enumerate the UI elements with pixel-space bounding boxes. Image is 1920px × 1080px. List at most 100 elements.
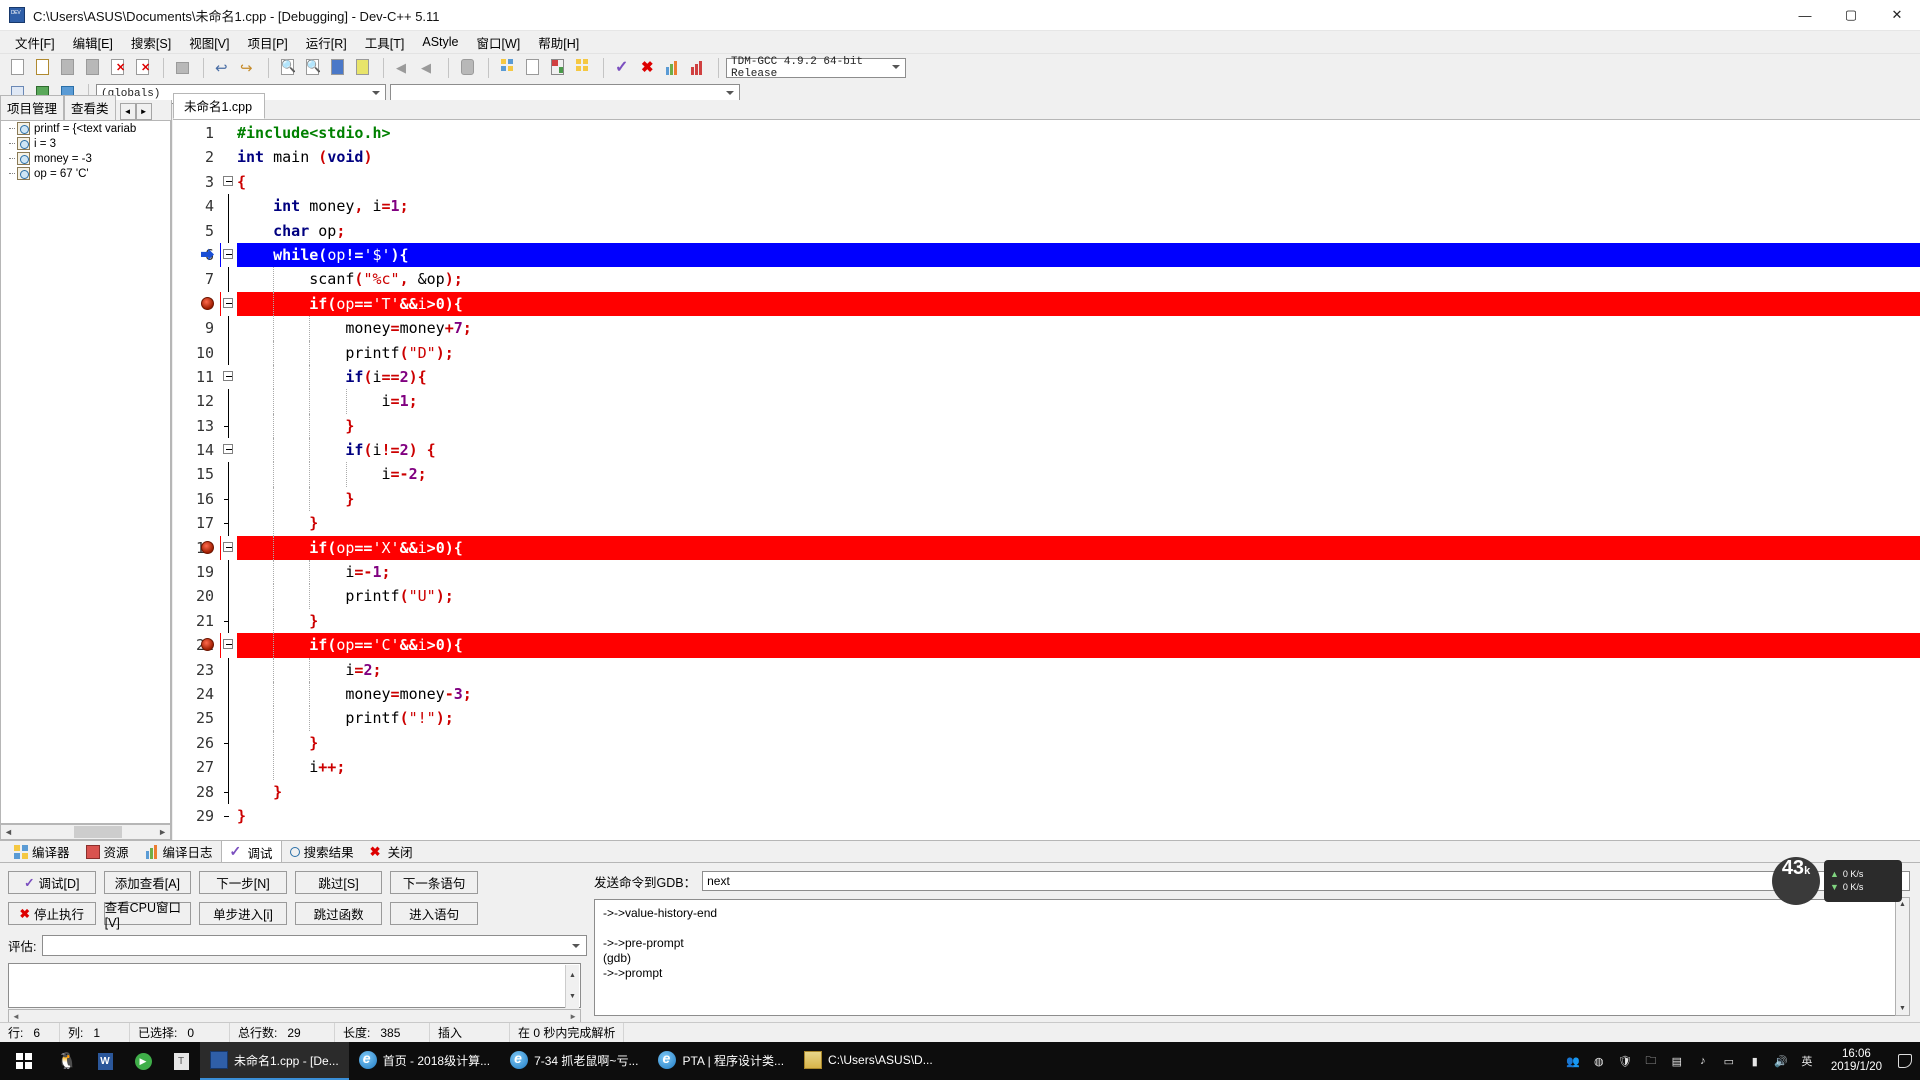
gdb-output-scrollbar[interactable]: ▲ ▼ (1895, 897, 1910, 1016)
folder-icon[interactable]: 🗀 (1643, 1053, 1659, 1069)
code-line[interactable]: 8 if(op=='T'&&i>0){ (173, 291, 1920, 317)
left-panel-tab-0[interactable]: 项目管理 (0, 95, 65, 120)
code-line[interactable]: 4 int money, i=1; (173, 194, 1920, 219)
scroll-down-icon[interactable]: ▼ (1896, 1002, 1909, 1015)
fold-column[interactable] (221, 657, 237, 682)
scroll-left-icon[interactable]: ◄ (12, 1012, 20, 1021)
thunder-icon[interactable]: T (162, 1042, 200, 1080)
fold-column[interactable] (221, 730, 237, 756)
profile-icon[interactable] (663, 57, 684, 78)
code-line[interactable]: 16 } (173, 486, 1920, 512)
bottom-tab-3[interactable]: ✓ 调试 (220, 839, 282, 864)
code-line[interactable]: 21 } (173, 608, 1920, 634)
compile-run-icon[interactable] (548, 57, 569, 78)
fold-collapse-icon[interactable] (223, 541, 233, 552)
code-line[interactable]: 5 char op; (173, 218, 1920, 243)
compile-icon[interactable] (498, 57, 519, 78)
code-line[interactable]: 24 money=money-3; (173, 681, 1920, 707)
media-player-icon[interactable]: ▶ (124, 1042, 162, 1080)
debug-button-进入语句[interactable]: 进入语句 (390, 902, 478, 925)
ime-indicator[interactable]: 英 (1799, 1053, 1815, 1069)
taskbar-item-2[interactable]: 7-34 抓老鼠啊~亏... (500, 1042, 648, 1080)
back-icon[interactable]: ◀ (393, 57, 414, 78)
debug-button-跳过函数[interactable]: 跳过函数 (294, 902, 383, 925)
battery-icon[interactable]: ▮ (1747, 1053, 1763, 1069)
qq-icon[interactable]: 🐧 (48, 1042, 86, 1080)
fold-column[interactable] (221, 706, 237, 731)
menu-item-6[interactable]: 工具[T] (356, 31, 414, 54)
fold-column[interactable] (221, 560, 237, 585)
debug-button-下一条语句[interactable]: 下一条语句 (390, 871, 478, 894)
maximize-button[interactable]: ▢ (1828, 0, 1874, 31)
scroll-right-icon[interactable]: ► (155, 827, 170, 837)
run-icon[interactable] (523, 57, 544, 78)
fold-column[interactable] (221, 438, 237, 462)
left-panel-tab-1[interactable]: 查看类 (64, 95, 116, 120)
menu-item-1[interactable]: 编辑[E] (64, 31, 122, 54)
stop-icon[interactable]: ✖ (638, 57, 659, 78)
code-line[interactable]: 18 if(op=='X'&&i>0){ (173, 535, 1920, 561)
open-file-icon[interactable] (33, 57, 54, 78)
fold-column[interactable] (221, 511, 237, 536)
code-line[interactable]: 27 i++; (173, 755, 1920, 780)
evaluate-input[interactable] (42, 935, 588, 956)
check-syntax-icon[interactable]: ✓ (613, 57, 634, 78)
watch-list[interactable]: printf = {<text variab i = 3 money = -3 op … (0, 120, 171, 824)
debug-button-下一步[N][interactable]: 下一步[N] (199, 871, 287, 894)
music-icon[interactable]: ♪ (1695, 1053, 1711, 1069)
fold-column[interactable] (221, 633, 237, 658)
goto-function-icon[interactable] (353, 57, 374, 78)
code-line[interactable]: 10 printf("D"); (173, 340, 1920, 365)
code-line[interactable]: 7 scanf("%c", &op); (173, 267, 1920, 292)
shield-icon[interactable]: 🛡 (1617, 1053, 1633, 1069)
gdb-command-input[interactable] (702, 871, 1910, 891)
undo-icon[interactable]: ↩ (213, 57, 234, 78)
nav-prev-icon[interactable]: ◄ (119, 103, 136, 120)
bottom-tab-2[interactable]: 编译日志 (137, 840, 221, 863)
fold-column[interactable] (221, 242, 237, 268)
close-all-icon[interactable]: ✕ (133, 57, 154, 78)
code-line[interactable]: 1 #include<stdio.h> (173, 121, 1920, 145)
fold-column[interactable] (221, 535, 237, 561)
fold-column[interactable] (221, 389, 237, 414)
debug-button-调试[D][interactable]: ✓ 调试[D] (8, 871, 96, 894)
network-speed-widget[interactable]: 43 k ▲ 0 K/s ▼ 0 K/s (1772, 857, 1906, 905)
fold-column[interactable] (221, 291, 237, 317)
fold-collapse-icon[interactable] (223, 175, 233, 186)
menu-item-0[interactable]: 文件[F] (6, 31, 64, 54)
fold-column[interactable] (221, 218, 237, 243)
fold-column[interactable] (221, 779, 237, 804)
code-line[interactable]: 11 if(i==2){ (173, 364, 1920, 390)
code-line[interactable]: 2 int main (void) (173, 145, 1920, 169)
save-all-icon[interactable] (83, 57, 104, 78)
save-icon[interactable] (58, 57, 79, 78)
bottom-tab-1[interactable]: 资源 (78, 840, 137, 863)
chrome-icon[interactable]: ◍ (1591, 1053, 1607, 1069)
fold-column[interactable] (221, 121, 237, 145)
close-button[interactable]: ✕ (1874, 0, 1920, 31)
menu-item-4[interactable]: 项目[P] (238, 31, 296, 54)
replace-icon[interactable]: 🔍 (303, 57, 324, 78)
menu-item-5[interactable]: 运行[R] (297, 31, 356, 54)
fold-column[interactable] (221, 340, 237, 365)
code-line[interactable]: 15 i=-2; (173, 462, 1920, 487)
code-line[interactable]: 20 printf("U"); (173, 584, 1920, 609)
code-line[interactable]: 25 printf("!"); (173, 706, 1920, 731)
menu-item-8[interactable]: 窗口[W] (468, 31, 530, 54)
volume-icon[interactable]: 🔊 (1773, 1053, 1789, 1069)
taskbar-item-4[interactable]: C:\Users\ASUS\D... (794, 1042, 943, 1080)
watch-item[interactable]: printf = {<text variab (1, 121, 170, 136)
fold-column[interactable] (221, 608, 237, 634)
nav-next-icon[interactable]: ► (135, 103, 152, 120)
debug-icon[interactable] (688, 57, 709, 78)
net-icon[interactable]: ▤ (1669, 1053, 1685, 1069)
fold-column[interactable] (221, 486, 237, 512)
taskbar-item-3[interactable]: PTA | 程序设计类... (648, 1042, 794, 1080)
goto-line-icon[interactable] (328, 57, 349, 78)
code-line[interactable]: 13 } (173, 413, 1920, 439)
fold-column[interactable] (221, 681, 237, 707)
fold-collapse-icon[interactable] (223, 248, 233, 259)
compiler-select[interactable]: TDM-GCC 4.9.2 64-bit Release (726, 56, 906, 80)
menu-item-7[interactable]: AStyle (413, 33, 467, 51)
code-line[interactable]: 26 } (173, 730, 1920, 756)
